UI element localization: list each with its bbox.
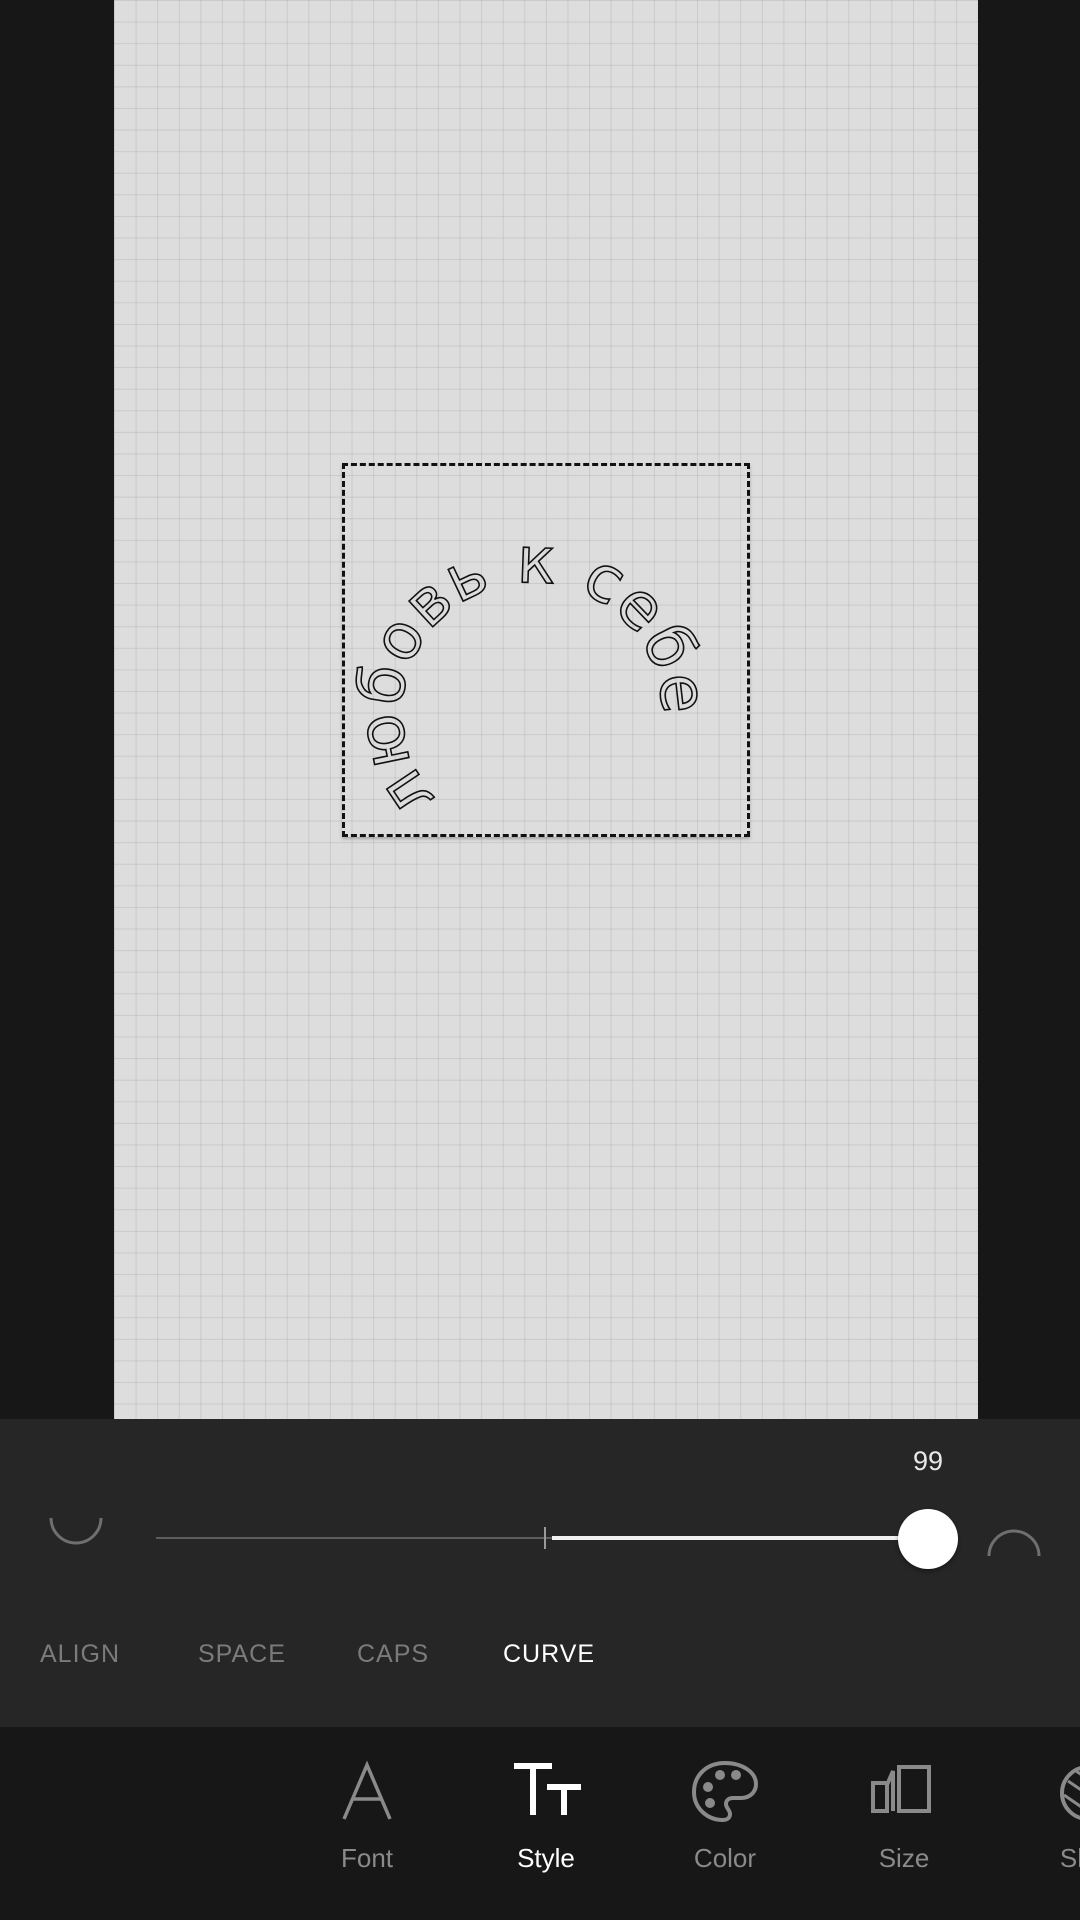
style-subtabs: ALIGN SPACE CAPS CURVE: [0, 1640, 1080, 1690]
curved-text: любовь к себе: [341, 523, 720, 832]
tool-font[interactable]: Font: [297, 1727, 437, 1920]
tool-shape-label: Sha: [1059, 1843, 1080, 1873]
curve-down-icon[interactable]: [47, 1506, 105, 1564]
palette-icon: [691, 1760, 759, 1823]
tool-style-label: Style: [517, 1843, 575, 1873]
curve-slider-thumb[interactable]: [898, 1509, 958, 1569]
editor-area: любовь к себе: [0, 0, 1080, 1419]
subtab-curve[interactable]: CURVE: [503, 1640, 595, 1669]
svg-text:любовь к себе: любовь к себе: [342, 524, 721, 831]
curve-up-icon[interactable]: [985, 1522, 1043, 1580]
curve-slider-center-tick: [544, 1527, 546, 1549]
tool-color-label: Color: [693, 1843, 757, 1873]
tool-size[interactable]: Size: [834, 1727, 974, 1920]
curve-slider-fill: [552, 1536, 928, 1540]
tool-color[interactable]: Color: [655, 1727, 795, 1920]
tool-style[interactable]: Style: [476, 1727, 616, 1920]
tool-size-label: Size: [878, 1843, 930, 1873]
size-icon: [871, 1765, 931, 1813]
tool-shape[interactable]: Sha: [1013, 1727, 1080, 1920]
bottom-toolbar: Font Style Color Size Sha: [0, 1727, 1080, 1920]
subtab-caps[interactable]: CAPS: [357, 1640, 429, 1669]
curve-value: 99: [912, 1446, 944, 1476]
subtab-align[interactable]: ALIGN: [40, 1640, 120, 1669]
tool-font-label: Font: [340, 1843, 394, 1873]
subtab-space[interactable]: SPACE: [198, 1640, 286, 1669]
style-icon: [514, 1763, 581, 1815]
shape-icon: [1060, 1766, 1080, 1820]
font-icon: [342, 1760, 392, 1820]
curved-text-svg: любовь к себе: [341, 523, 721, 832]
